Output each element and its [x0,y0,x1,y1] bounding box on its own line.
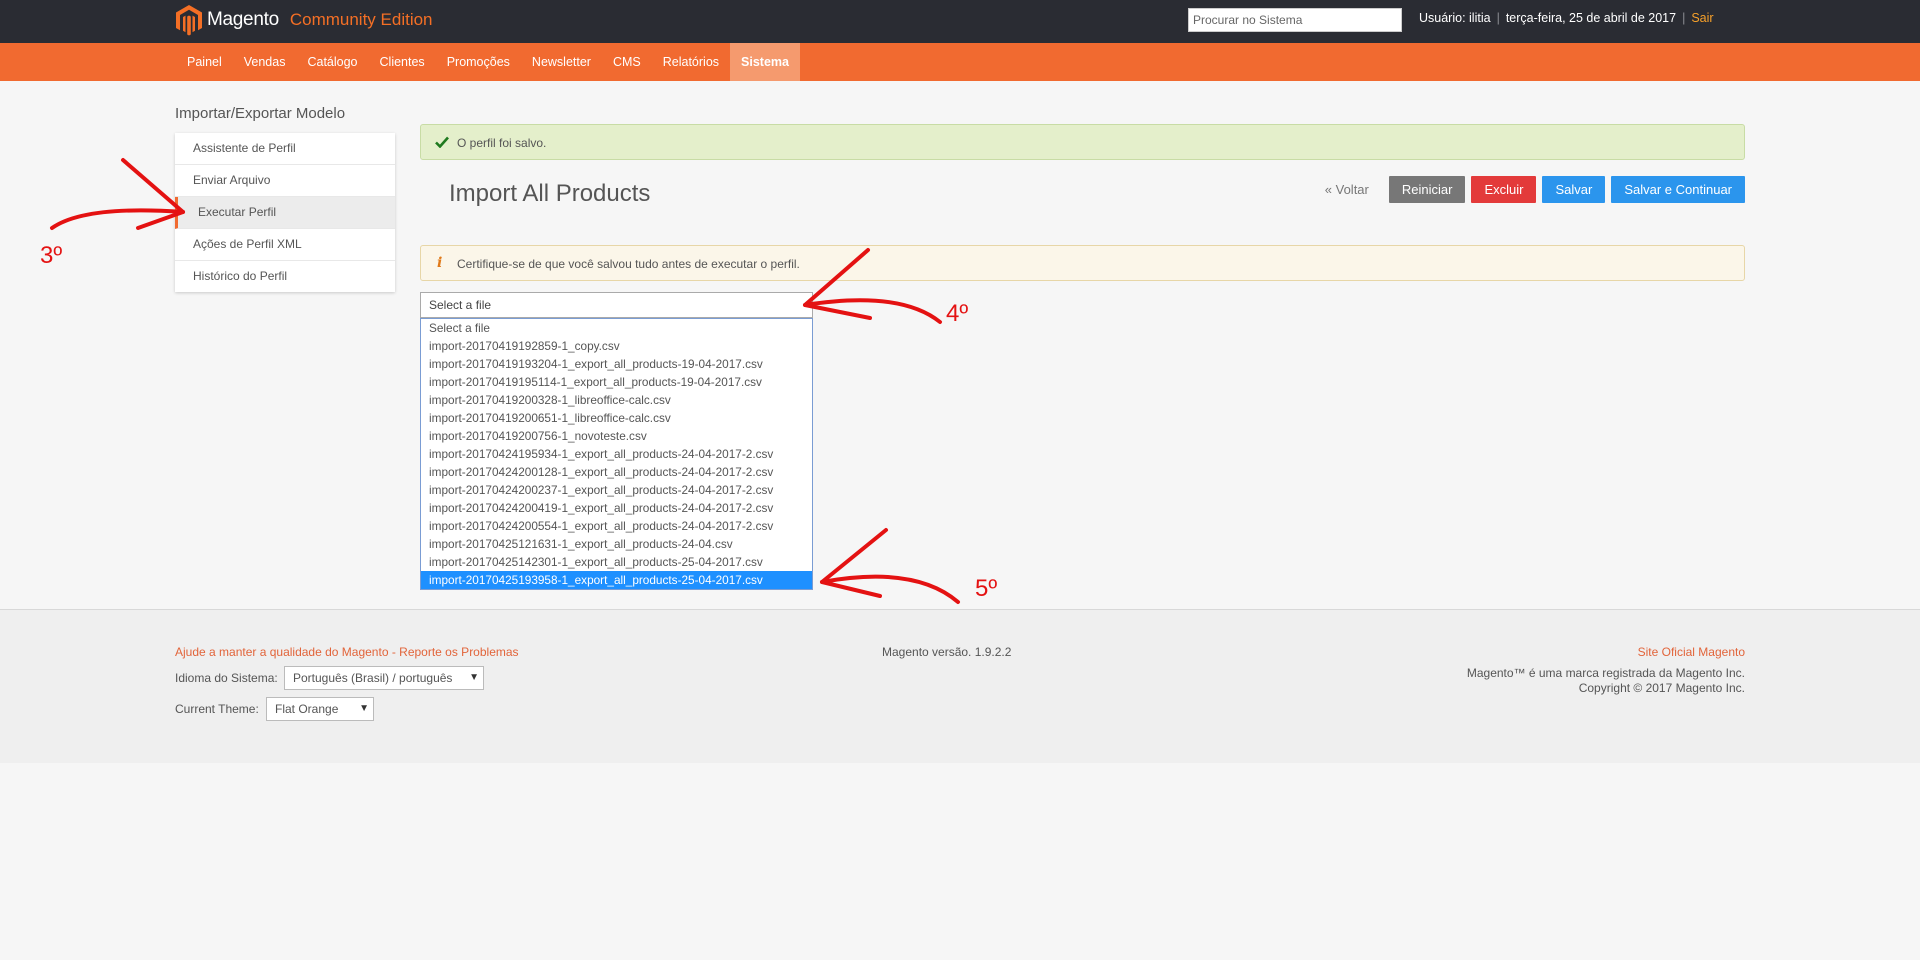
separator: | [1496,11,1500,25]
arrow-step-3-head [121,158,185,230]
delete-button[interactable]: Excluir [1471,176,1537,203]
brand-name: Magento [207,9,279,30]
file-option[interactable]: import-20170425121631-1_export_all_produ… [421,535,812,553]
success-text: O perfil foi salvo. [457,136,547,150]
annotation-step-4: 4º [946,300,969,327]
arrow-step-3 [50,208,185,230]
magento-logo[interactable]: Magento Community Edition [175,2,433,38]
language-select[interactable]: Português (Brasil) / português ▼ [284,666,484,690]
brand-edition: Community Edition [289,10,433,29]
theme-select[interactable]: Flat Orange ▼ [266,697,374,721]
search-input[interactable] [1188,8,1402,32]
file-option[interactable]: import-20170424195934-1_export_all_produ… [421,445,812,463]
file-option[interactable]: import-20170419192859-1_copy.csv [421,337,812,355]
nav-item-relatórios[interactable]: Relatórios [652,43,730,81]
nav-menu: Painel Vendas Catálogo Clientes Promoções New… [176,43,800,81]
copyright-text: Copyright © 2017 Magento Inc. [1578,681,1745,695]
file-option[interactable]: import-20170419193204-1_export_all_produ… [421,355,812,373]
save-button[interactable]: Salvar [1542,176,1606,203]
file-option[interactable]: import-20170425142301-1_export_all_produ… [421,553,812,571]
magento-logo-icon [176,5,202,36]
info-icon: i [437,255,443,271]
theme-value: Flat Orange [275,702,339,716]
file-option[interactable]: Select a file [421,319,812,337]
reset-button[interactable]: Reiniciar [1388,176,1466,203]
save-continue-button[interactable]: Salvar e Continuar [1611,176,1745,203]
magento-version: Magento versão. 1.9.2.2 [882,645,1012,659]
nav-item-painel[interactable]: Painel [176,43,233,81]
file-option[interactable]: import-20170425193958-1_export_all_produ… [421,571,812,589]
sidebar-item[interactable]: Executar Perfil [175,197,395,229]
file-option[interactable]: import-20170419200756-1_novoteste.csv [421,427,812,445]
nav-item-sistema[interactable]: Sistema [730,43,800,81]
page-title: Import All Products [449,180,651,207]
sidebar-item[interactable]: Ações de Perfil XML [175,229,395,261]
user-label: Usuário: ilitia [1419,11,1491,25]
current-date: terça-feira, 25 de abril de 2017 [1505,11,1677,25]
sidebar-title: Importar/Exportar Modelo [175,105,346,122]
user-info: Usuário: ilitia | terça-feira, 25 de abril… [1419,11,1714,25]
arrow-step-5-head [820,528,888,598]
notice-text: Certifique-se de que você salvou tudo an… [457,257,800,271]
file-option[interactable]: import-20170419200651-1_libreoffice-calc… [421,409,812,427]
sidebar: Assistente de Perfil Enviar Arquivo Execut… [175,133,395,292]
file-option[interactable]: import-20170419200328-1_libreoffice-calc… [421,391,812,409]
nav-item-newsletter[interactable]: Newsletter [521,43,602,81]
action-buttons: « Voltar Reiniciar Excluir Salvar Salvar… [1325,176,1745,203]
logout-link[interactable]: Sair [1691,11,1713,25]
sidebar-item[interactable]: Histórico do Perfil [175,261,395,292]
nav-item-vendas[interactable]: Vendas [233,43,297,81]
file-option[interactable]: import-20170424200237-1_export_all_produ… [421,481,812,499]
language-value: Português (Brasil) / português [293,671,453,685]
nav-item-promoções[interactable]: Promoções [436,43,521,81]
theme-label: Current Theme: [175,702,259,716]
file-option[interactable]: import-20170424200419-1_export_all_produ… [421,499,812,517]
nav-item-cms[interactable]: CMS [602,43,652,81]
file-option[interactable]: import-20170424200128-1_export_all_produ… [421,463,812,481]
success-message: O perfil foi salvo. [420,124,1745,160]
check-icon [435,136,449,148]
notice-message: i Certifique-se de que você salvou tudo … [420,245,1745,281]
sidebar-item[interactable]: Assistente de Perfil [175,133,395,165]
annotation-step-3: 3º [40,242,63,269]
report-issues-link[interactable]: Ajude a manter a qualidade do Magento - … [175,645,519,659]
trademark-text: Magento™ é uma marca registrada da Magen… [1466,666,1745,680]
file-select[interactable]: Select a file [420,292,813,318]
annotation-step-5: 5º [975,575,998,602]
arrow-step-4 [803,298,942,324]
back-link[interactable]: « Voltar [1325,182,1369,197]
sidebar-item[interactable]: Enviar Arquivo [175,165,395,197]
official-site-link[interactable]: Site Oficial Magento [1638,645,1745,659]
footer: Ajude a manter a qualidade do Magento - … [0,609,1920,763]
dropdown-arrow-icon: ▼ [359,703,369,714]
nav-item-catálogo[interactable]: Catálogo [296,43,368,81]
file-option[interactable]: import-20170419195114-1_export_all_produ… [421,373,812,391]
file-select-dropdown: Select a file import-20170419192859-1_cop… [420,318,813,590]
nav-item-clientes[interactable]: Clientes [369,43,436,81]
language-label: Idioma do Sistema: [175,671,278,685]
arrow-step-5 [820,574,960,604]
main-nav: Painel Vendas Catálogo Clientes Promoções New… [0,43,1920,81]
top-bar: Magento Community Edition Usuário: iliti… [0,0,1920,43]
file-option[interactable]: import-20170424200554-1_export_all_produ… [421,517,812,535]
separator: | [1682,11,1686,25]
dropdown-arrow-icon: ▼ [469,672,479,683]
